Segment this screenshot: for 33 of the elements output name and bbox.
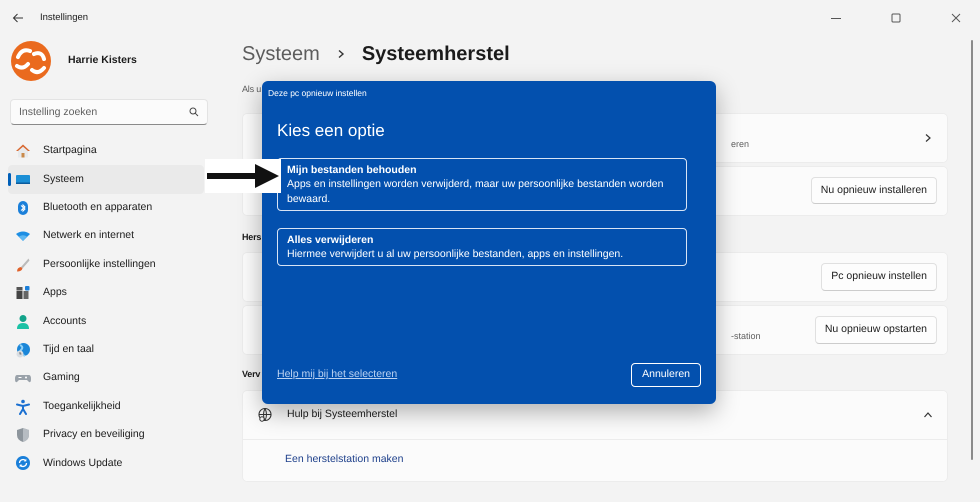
option-button[interactable]: Mijn bestanden behouden Apps en instellingen worden verwijderd, maar uw persoonlijke bestanden worden bewaard. bbox=[277, 158, 687, 211]
breadcrumb-parent[interactable]: Systeem bbox=[242, 39, 320, 69]
card-title: Hulp bij Systeemherstel bbox=[287, 406, 398, 422]
card-subtitle: -station bbox=[731, 330, 761, 344]
action-button[interactable]: Nu opnieuw opstarten bbox=[814, 316, 937, 344]
action-button[interactable]: Nu opnieuw installeren bbox=[810, 176, 937, 204]
window-title: Instellingen bbox=[40, 10, 88, 25]
help-link[interactable]: Help mij bij het selecteren bbox=[277, 367, 398, 383]
dialog-heading: Kies een optie bbox=[277, 120, 386, 142]
sidebar-item[interactable]: Accounts bbox=[8, 307, 204, 336]
section-heading: Hers bbox=[242, 230, 262, 244]
search-field[interactable]: Instelling zoeken bbox=[10, 99, 208, 125]
link[interactable]: Een herstelstation maken bbox=[285, 452, 404, 468]
sidebar-item[interactable]: Netwerk en internet bbox=[8, 222, 204, 251]
sidebar-item[interactable]: Windows Update bbox=[8, 449, 204, 478]
user-name: Harrie Kisters bbox=[68, 53, 137, 68]
page-title: Systeemherstel bbox=[362, 42, 510, 67]
cancel-button[interactable]: Annuleren bbox=[631, 363, 701, 387]
sidebar-item[interactable]: Bluetooth en apparaten bbox=[8, 194, 204, 222]
sidebar-item[interactable]: Startpagina bbox=[8, 137, 204, 166]
sidebar-item[interactable]: Toegankelijkheid bbox=[8, 392, 204, 421]
sidebar-item[interactable]: Systeem bbox=[8, 165, 204, 194]
sidebar-item[interactable]: Persoonlijke instellingen bbox=[8, 250, 204, 279]
action-button[interactable]: Pc opnieuw instellen bbox=[821, 263, 937, 291]
sidebar-item[interactable]: Tijd en taal bbox=[8, 336, 204, 364]
dialog-title: Deze pc opnieuw instellen bbox=[268, 87, 368, 100]
sidebar-item[interactable]: Gaming bbox=[8, 364, 204, 393]
intro-text: Als u bbox=[242, 83, 262, 96]
option-button[interactable]: Alles verwijderen Hiermee verwijdert u al uw persoonlijke bestanden, apps en instellingen. bbox=[277, 228, 687, 266]
section-heading: Verv bbox=[242, 368, 260, 381]
sidebar-item[interactable]: Apps bbox=[8, 278, 204, 308]
sidebar-item[interactable]: Privacy en beveiliging bbox=[8, 420, 204, 450]
card-subtitle: eren bbox=[731, 138, 750, 151]
